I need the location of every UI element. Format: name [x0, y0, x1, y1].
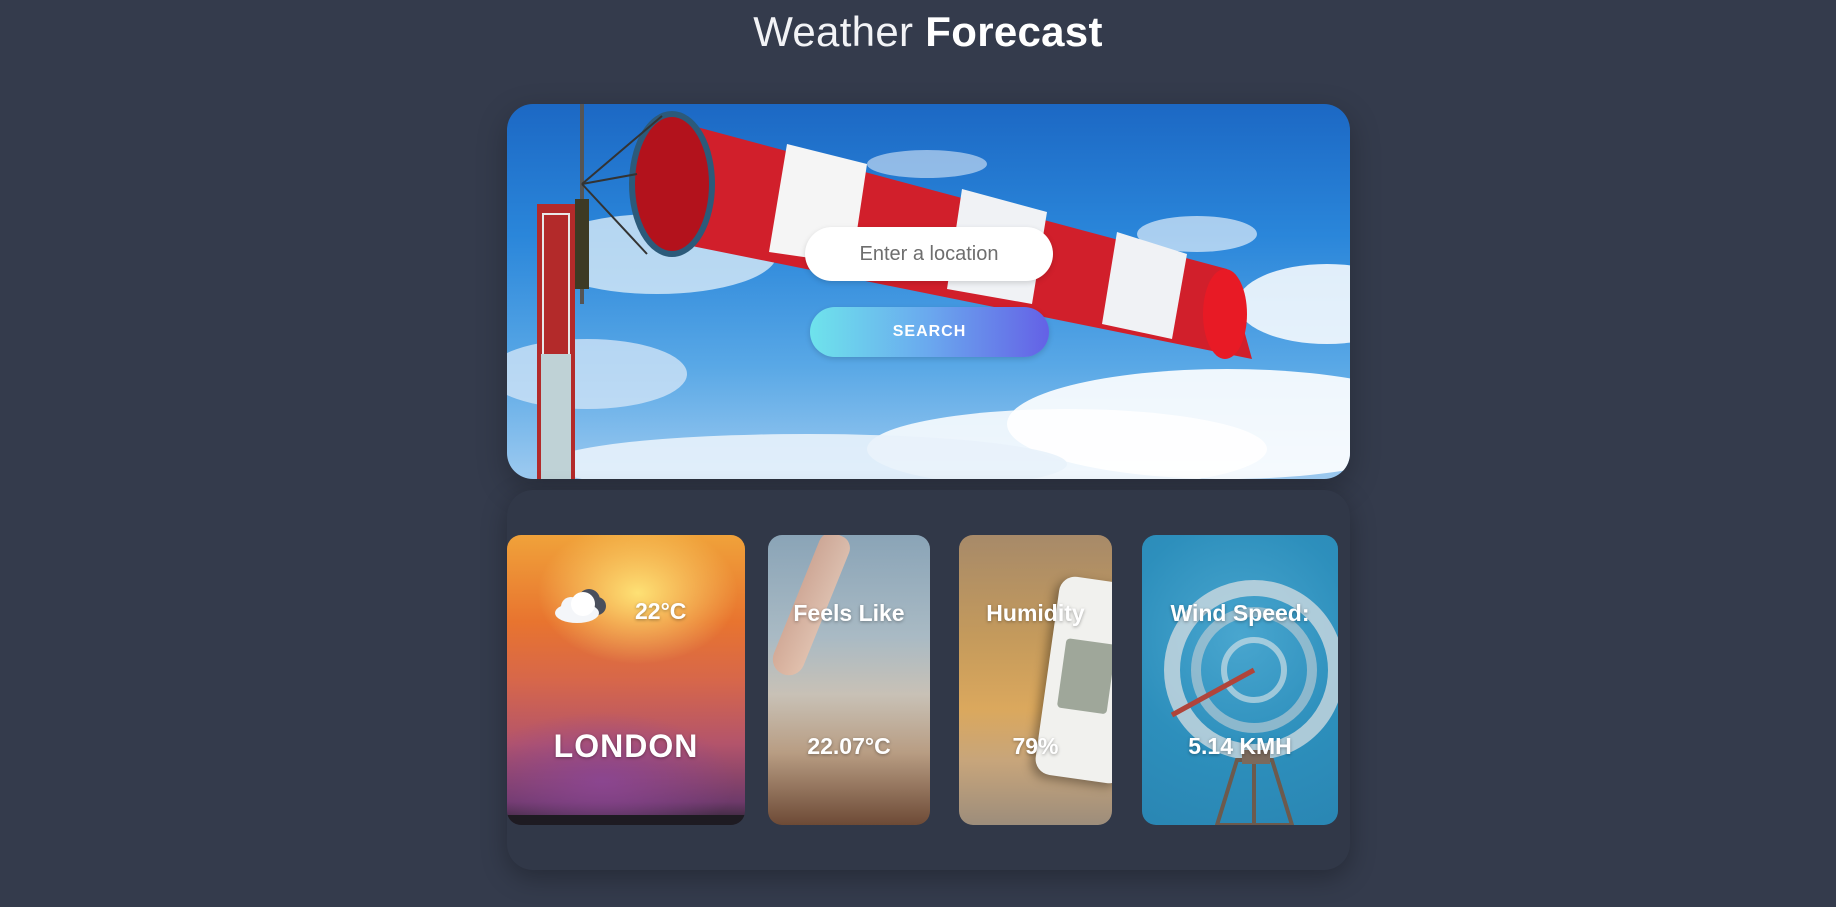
cloud-icon	[555, 589, 606, 623]
weather-app: Weather Forecast Enter a location SEARCH…	[0, 0, 1836, 907]
wind-speed-card: Wind Speed: 5.14 KMH	[1142, 535, 1338, 825]
weather-results-panel: 22°C LONDON Feels Like 22.07°C Humidity …	[507, 490, 1350, 870]
location-search-input[interactable]	[805, 227, 1053, 281]
windmill-image	[1164, 580, 1338, 825]
current-temperature: 22°C	[635, 598, 687, 624]
search-button[interactable]: SEARCH	[810, 307, 1049, 357]
wind-speed-label: Wind Speed:	[1170, 600, 1310, 626]
feels-like-card: Feels Like 22.07°C	[768, 535, 930, 825]
horizon-silhouette	[507, 815, 745, 825]
search-hero-card: SEARCH	[507, 104, 1350, 479]
title-light: Weather	[753, 8, 914, 55]
windsock-background-image	[507, 104, 1350, 479]
humidity-label: Humidity	[986, 600, 1085, 626]
city-card: 22°C LONDON	[507, 535, 745, 825]
city-name: LONDON	[553, 728, 699, 764]
wind-speed-value: 5.14 KMH	[1188, 733, 1292, 759]
humidity-value: 79%	[1012, 733, 1059, 759]
page-title: Weather Forecast	[0, 4, 1836, 60]
feels-like-label: Feels Like	[793, 600, 905, 626]
hygrometer-screen	[1056, 638, 1112, 715]
feels-like-value: 22.07°C	[807, 733, 891, 759]
title-bold: Forecast	[925, 8, 1103, 55]
humidity-card: Humidity 79%	[959, 535, 1112, 825]
